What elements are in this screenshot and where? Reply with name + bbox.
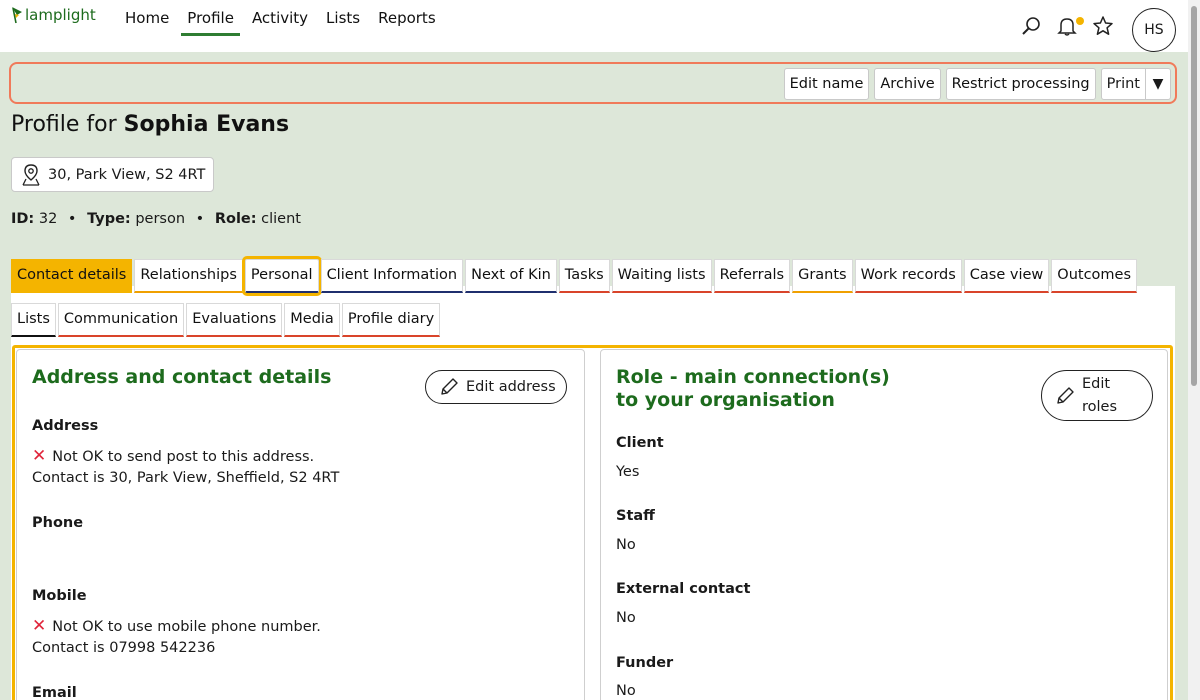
main-nav: Home Profile Activity Lists Reports: [125, 0, 454, 36]
nav-reports[interactable]: Reports: [378, 0, 436, 36]
tab-relationships[interactable]: Relationships: [134, 259, 243, 293]
edit-name-button[interactable]: Edit name: [783, 68, 870, 100]
scrollbar-thumb[interactable]: [1191, 6, 1197, 386]
tab-waiting-lists[interactable]: Waiting lists: [611, 259, 712, 293]
x-mark-icon: ✕: [32, 616, 47, 636]
nav-home[interactable]: Home: [125, 0, 169, 36]
mobile-warning: ✕ Not OK to use mobile phone number.: [32, 616, 321, 636]
separator: •: [195, 211, 205, 227]
edit-roles-line1: Edit: [1082, 375, 1111, 392]
mobile-warning-text: Not OK to use mobile phone number.: [52, 619, 321, 635]
top-navigation-bar: lamplight Home Profile Activity Lists Re…: [0, 0, 1188, 52]
address-warning: ✕ Not OK to send post to this address.: [32, 446, 314, 466]
id-value: 32: [38, 211, 58, 227]
id-label: ID:: [11, 211, 35, 227]
tab-profile-diary[interactable]: Profile diary: [341, 303, 441, 337]
address-chip[interactable]: 30, Park View, S2 4RT: [11, 157, 215, 192]
user-avatar[interactable]: HS: [1132, 8, 1176, 52]
mobile-label: Mobile: [32, 588, 87, 604]
role-title-line2: to your organisation: [616, 389, 835, 411]
external-contact-label: External contact: [616, 581, 751, 597]
edit-address-label: Edit address: [466, 379, 556, 395]
external-contact-value: No: [616, 610, 636, 626]
tab-next-of-kin[interactable]: Next of Kin: [465, 259, 557, 293]
tabs-row-2: Lists Communication Evaluations Media Pr…: [11, 303, 442, 337]
notification-dot: [1076, 17, 1084, 25]
separator: •: [67, 211, 77, 227]
phone-label: Phone: [32, 515, 84, 531]
edit-roles-button[interactable]: Edit roles: [1041, 370, 1153, 421]
nav-activity[interactable]: Activity: [252, 0, 308, 36]
funder-value: No: [616, 683, 636, 699]
tab-lists[interactable]: Lists: [11, 303, 56, 337]
action-buttons: Edit name Archive Restrict processing Pr…: [779, 68, 1171, 100]
pencil-icon: [441, 378, 458, 395]
print-button[interactable]: Print: [1102, 69, 1146, 99]
logo-text: lamplight: [25, 6, 96, 24]
nav-lists[interactable]: Lists: [326, 0, 360, 36]
tab-client-information[interactable]: Client Information: [320, 259, 464, 293]
client-label: Client: [616, 435, 664, 451]
role-label: Role:: [214, 211, 257, 227]
email-label: Email: [32, 685, 77, 700]
role-card-title: Role - main connection(s) to your organi…: [616, 366, 890, 412]
address-card-title: Address and contact details: [32, 366, 332, 388]
nav-profile[interactable]: Profile: [181, 0, 240, 36]
page-title: Profile for Sophia Evans: [11, 112, 289, 137]
address-warning-text: Not OK to send post to this address.: [52, 449, 315, 465]
x-mark-icon: ✕: [32, 446, 47, 466]
profile-name: Sophia Evans: [123, 112, 290, 137]
tab-personal[interactable]: Personal: [241, 256, 322, 296]
bell-icon[interactable]: [1052, 8, 1084, 44]
mobile-value: Contact is 07998 542236: [32, 640, 216, 656]
title-prefix: Profile for: [11, 112, 117, 137]
edit-roles-label: Edit roles: [1082, 373, 1117, 419]
edit-roles-line2: roles: [1082, 398, 1118, 415]
address-chip-text: 30, Park View, S2 4RT: [48, 166, 206, 183]
pencil-icon: [1057, 386, 1074, 404]
tab-work-records[interactable]: Work records: [854, 259, 962, 293]
tab-evaluations[interactable]: Evaluations: [186, 303, 283, 337]
staff-label: Staff: [616, 508, 655, 524]
restrict-processing-button[interactable]: Restrict processing: [945, 68, 1096, 100]
address-contact-card: Address and contact details Edit address…: [16, 349, 585, 700]
type-label: Type:: [87, 211, 131, 227]
profile-meta: ID: 32 • Type: person • Role: client: [11, 211, 301, 227]
staff-value: No: [616, 537, 636, 553]
print-dropdown-caret[interactable]: ▼: [1146, 69, 1170, 99]
tab-outcomes[interactable]: Outcomes: [1051, 259, 1138, 293]
star-icon[interactable]: [1088, 8, 1118, 44]
lamp-icon: [12, 7, 22, 24]
role-title-line1: Role - main connection(s): [616, 366, 890, 388]
tab-media[interactable]: Media: [284, 303, 340, 337]
tabs-row-1: Contact details Relationships Personal C…: [11, 256, 1139, 296]
print-button-group: Print ▼: [1100, 68, 1171, 100]
tab-grants[interactable]: Grants: [792, 259, 853, 293]
client-value: Yes: [616, 464, 640, 480]
edit-address-button[interactable]: Edit address: [425, 370, 567, 404]
tab-contact-details[interactable]: Contact details: [11, 259, 133, 293]
tab-case-view[interactable]: Case view: [963, 259, 1050, 293]
funder-label: Funder: [616, 655, 674, 671]
archive-button[interactable]: Archive: [874, 68, 941, 100]
tab-referrals[interactable]: Referrals: [713, 259, 791, 293]
tab-communication[interactable]: Communication: [57, 303, 185, 337]
address-value: Contact is 30, Park View, Sheffield, S2 …: [32, 470, 340, 486]
tab-tasks[interactable]: Tasks: [558, 259, 610, 293]
map-pin-icon: [22, 163, 40, 186]
role-card: Role - main connection(s) to your organi…: [600, 349, 1168, 700]
profile-action-bar: Edit name Archive Restrict processing Pr…: [9, 62, 1177, 104]
address-label: Address: [32, 418, 99, 434]
search-icon[interactable]: [1016, 8, 1046, 44]
lamplight-logo[interactable]: lamplight: [10, 6, 96, 24]
top-icons: HS: [1010, 0, 1176, 52]
role-value: client: [261, 211, 301, 227]
page-scrollbar[interactable]: [1188, 0, 1200, 700]
type-value: person: [135, 211, 186, 227]
